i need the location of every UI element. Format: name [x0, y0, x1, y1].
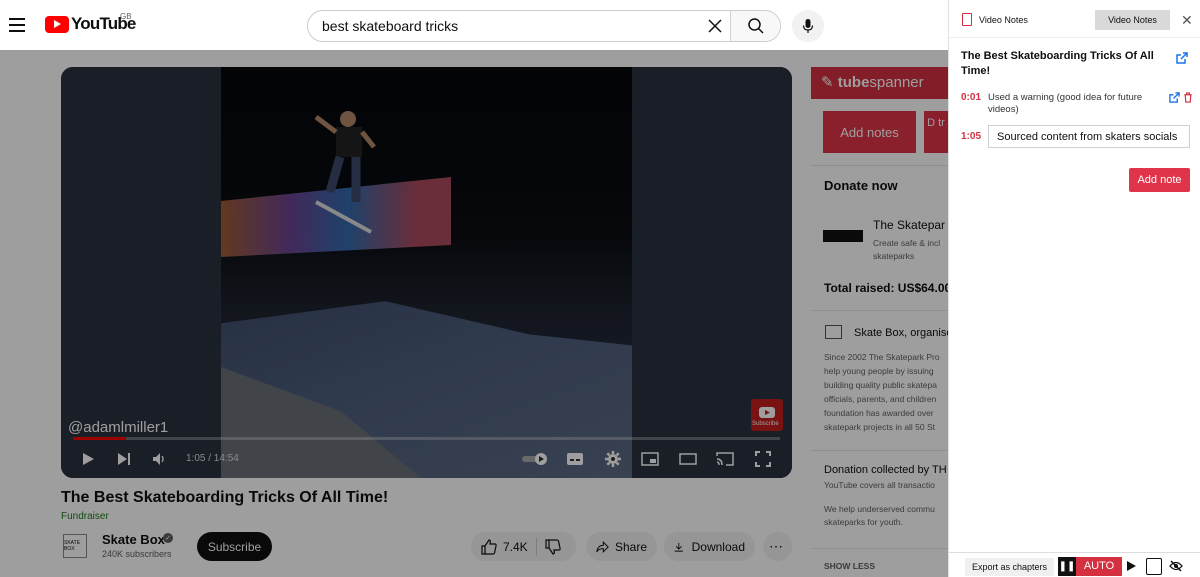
pause-icon[interactable]: ❚❚ [1058, 557, 1076, 576]
note-text[interactable]: Used a warning (good idea for future vid… [988, 92, 1168, 116]
close-icon[interactable]: ✕ [1181, 12, 1193, 29]
tubespanner-banner: ✎ tubespanner [811, 67, 948, 99]
notes-video-title: The Best Skateboarding Tricks Of All Tim… [961, 50, 1154, 77]
tubespanner-prefix: tube [837, 74, 870, 91]
download-icon [674, 542, 683, 552]
fees-note: YouTube covers all transactio [824, 480, 935, 490]
download-button[interactable]: Download [664, 532, 755, 561]
video-notes-panel: Video Notes Video Notes ✕ The Best Skate… [948, 0, 1200, 577]
add-notes-button[interactable]: Add notes [823, 111, 916, 153]
search-box [307, 10, 781, 42]
auto-toggle[interactable]: AUTO [1076, 557, 1122, 576]
progress-bar[interactable] [73, 437, 780, 440]
autoplay-toggle-icon[interactable] [521, 452, 549, 466]
next-icon[interactable] [117, 452, 131, 466]
search-button[interactable] [730, 11, 780, 41]
nonprofit-description: Create safe & incl skateparks [873, 238, 941, 261]
donate-heading: Donate now [824, 178, 898, 193]
dislike-icon[interactable] [545, 538, 561, 555]
player-controls: 1:05 / 14:54 [61, 445, 792, 475]
note-text-input[interactable] [988, 125, 1190, 148]
subscribe-watermark[interactable]: Subscribe [751, 399, 783, 431]
play-icon[interactable] [1122, 557, 1140, 576]
subscribe-watermark-label: Subscribe [752, 421, 779, 427]
voice-search-button[interactable] [792, 10, 824, 42]
organiser-description: Since 2002 The Skatepark Pro help young … [824, 352, 940, 432]
organiser-line: Skate Box, organise [854, 327, 952, 339]
show-less-link[interactable]: SHOW LESS [824, 561, 875, 571]
theater-mode-icon[interactable] [679, 452, 697, 466]
subscribe-button[interactable]: Subscribe [197, 532, 272, 561]
panel-header: Video Notes Video Notes ✕ [949, 0, 1200, 38]
video-frame[interactable] [221, 67, 632, 478]
like-dislike-group: 7.4K [471, 532, 576, 561]
video-player[interactable]: @adamlmiller1 Subscribe 1:05 / 14:54 [61, 67, 792, 478]
divider [811, 165, 948, 166]
total-raised: Total raised: US$64.00 [824, 281, 952, 295]
divider [811, 450, 948, 451]
like-divider [535, 537, 537, 556]
share-button[interactable]: Share [586, 532, 657, 561]
settings-gear-icon[interactable] [605, 451, 621, 467]
menu-icon[interactable] [9, 18, 25, 32]
search-icon [747, 18, 764, 34]
export-chapters-button[interactable]: Export as chapters [965, 558, 1054, 576]
trash-icon[interactable] [1183, 92, 1193, 103]
panel-footer: Export as chapters ❚❚ AUTO [949, 552, 1200, 577]
open-external-icon[interactable] [1169, 92, 1180, 103]
volume-icon[interactable] [152, 452, 166, 466]
country-code: GB [120, 12, 132, 21]
player-pillarbox-left [61, 67, 221, 478]
like-icon[interactable] [481, 538, 497, 555]
organiser-name[interactable]: Skate Box [854, 327, 904, 339]
verified-badge-icon: ✓ [163, 533, 173, 543]
fullscreen-icon[interactable] [755, 451, 771, 467]
subtitles-icon[interactable] [566, 452, 584, 466]
share-icon [596, 540, 609, 553]
like-count[interactable]: 7.4K [503, 540, 528, 554]
miniplayer-icon[interactable] [641, 452, 659, 466]
open-external-icon[interactable] [1176, 52, 1188, 64]
search-input[interactable] [308, 11, 700, 41]
note-timestamp[interactable]: 0:01 [961, 92, 981, 103]
auto-playback-controls: ❚❚ AUTO [1058, 557, 1140, 576]
download-label: Download [691, 539, 745, 554]
note-timestamp[interactable]: 1:05 [961, 131, 981, 142]
tubespanner-logo-icon: ✎ [821, 74, 834, 91]
time-display: 1:05 / 14:54 [186, 453, 239, 464]
skater-figure [314, 111, 376, 234]
play-icon[interactable] [81, 452, 95, 466]
truncated-red-button[interactable]: D tr [924, 111, 948, 153]
creator-watermark: @adamlmiller1 [68, 419, 169, 436]
nonprofit-name[interactable]: The Skatepar [873, 218, 945, 232]
more-actions-button[interactable]: ⋯ [763, 532, 792, 561]
tubespanner-suffix: spanner [869, 74, 924, 91]
panel-title: Video Notes [979, 15, 1028, 25]
donation-collected-note: Donation collected by TH [824, 464, 947, 476]
organiser-suffix: , organise [904, 327, 953, 339]
fundraiser-badge[interactable]: Fundraiser [61, 511, 109, 522]
add-note-button[interactable]: Add note [1129, 168, 1190, 192]
subscriber-count: 240K subscribers [102, 549, 172, 559]
share-label: Share [614, 539, 647, 554]
notes-icon [962, 13, 972, 26]
youtube-play-icon [45, 15, 69, 33]
mission-statement: We help underserved commu skateparks for… [824, 504, 935, 527]
cast-icon[interactable] [716, 452, 734, 466]
clear-search-icon[interactable] [700, 11, 730, 41]
progress-played [73, 437, 127, 440]
divider [811, 548, 948, 549]
tab-video-notes[interactable]: Video Notes [1095, 10, 1170, 30]
video-title: The Best Skateboarding Tricks Of All Tim… [61, 489, 389, 506]
microphone-icon [802, 19, 814, 33]
hide-eye-icon[interactable] [1169, 560, 1183, 572]
save-icon[interactable] [1146, 558, 1162, 575]
channel-name[interactable]: Skate Box [102, 532, 165, 547]
youtube-logo[interactable]: YouTube GB [45, 12, 136, 34]
divider [811, 310, 948, 311]
nonprofit-logo[interactable] [823, 230, 863, 242]
channel-avatar[interactable]: SKATE BOX [63, 534, 87, 558]
organiser-icon [825, 325, 842, 339]
